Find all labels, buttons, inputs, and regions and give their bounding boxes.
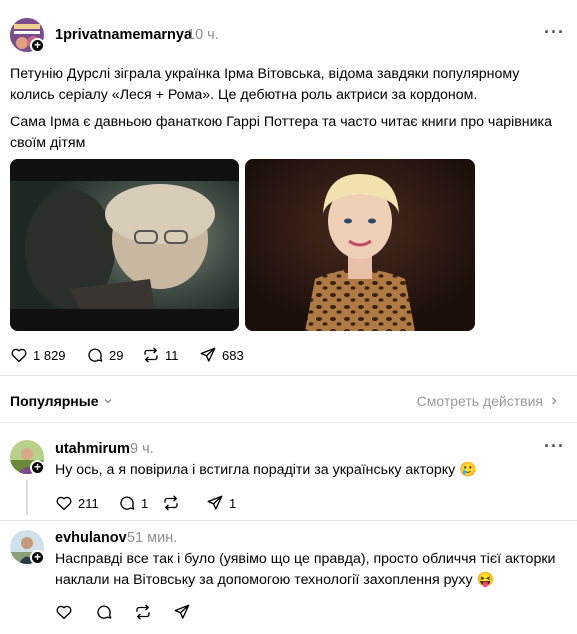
send-icon [174,604,190,619]
post-username[interactable]: 1privatnamemarnya [55,27,192,43]
repost-button[interactable] [134,603,152,621]
share-count: 683 [222,347,244,363]
share-button[interactable]: 683 [199,346,244,364]
like-button[interactable]: 1 829 [10,346,66,364]
more-icon[interactable]: ··· [544,22,565,43]
share-button[interactable] [173,603,191,621]
reply-button[interactable] [95,603,113,621]
sort-label: Популярные [10,393,99,409]
view-activity-link[interactable]: Смотреть действия [417,393,560,409]
sort-dropdown[interactable]: Популярные [10,393,114,409]
like-count: 211 [78,495,99,511]
repost-button[interactable] [162,494,180,512]
chevron-right-icon [552,397,557,405]
comment-username[interactable]: evhulanov [55,530,127,546]
send-icon [200,347,216,362]
send-icon [207,495,223,510]
more-icon[interactable]: ··· [544,436,565,457]
post-image-portrait[interactable] [245,159,475,331]
comment-icon [88,348,103,362]
comment-icon [97,605,112,619]
like-button[interactable] [55,603,73,621]
comment-time: 51 мин. [127,530,178,546]
view-activity-label: Смотреть действия [416,393,543,409]
share-button[interactable]: 1 [206,494,236,512]
like-button[interactable]: 211 [55,494,99,512]
post-time: 10 ч. [187,27,219,43]
heart-icon [56,496,72,511]
follow-plus-icon[interactable]: + [30,550,45,565]
repost-count: 11 [165,347,179,363]
post-paragraph-2: Сама Ірма є давньою фанаткою Гаррі Потте… [10,114,552,151]
repost-icon [164,495,178,511]
reply-count: 29 [109,347,124,363]
reply-button[interactable]: 29 [86,346,123,364]
like-count: 1 829 [33,347,66,363]
chevron-down-icon [104,399,112,404]
post-paragraph-1: Петунію Дурслі зіграла українка Ірма Віт… [10,66,520,103]
heart-icon [11,348,27,363]
comment-divider [0,520,577,521]
repost-button[interactable]: 11 [142,346,179,364]
reply-count: 1 [141,495,149,511]
comment-time: 9 ч. [130,441,154,457]
repost-icon [144,347,158,363]
post-image-movie-still[interactable] [10,159,239,331]
comment-icon [120,496,135,510]
heart-icon [56,605,72,620]
comment-username[interactable]: utahmirum [55,441,130,457]
sort-divider [0,422,577,423]
post-divider [0,375,577,376]
comment-text: Ну ось, а я повірила і встигла порадіти … [55,462,477,478]
follow-plus-icon[interactable]: + [30,38,45,53]
comment-text: Насправді все так і було (уявімо що це п… [55,551,556,588]
thread-line [26,480,28,515]
repost-icon [136,604,150,620]
follow-plus-icon[interactable]: + [30,460,45,475]
share-count: 1 [229,495,237,511]
reply-button[interactable]: 1 [118,494,148,512]
